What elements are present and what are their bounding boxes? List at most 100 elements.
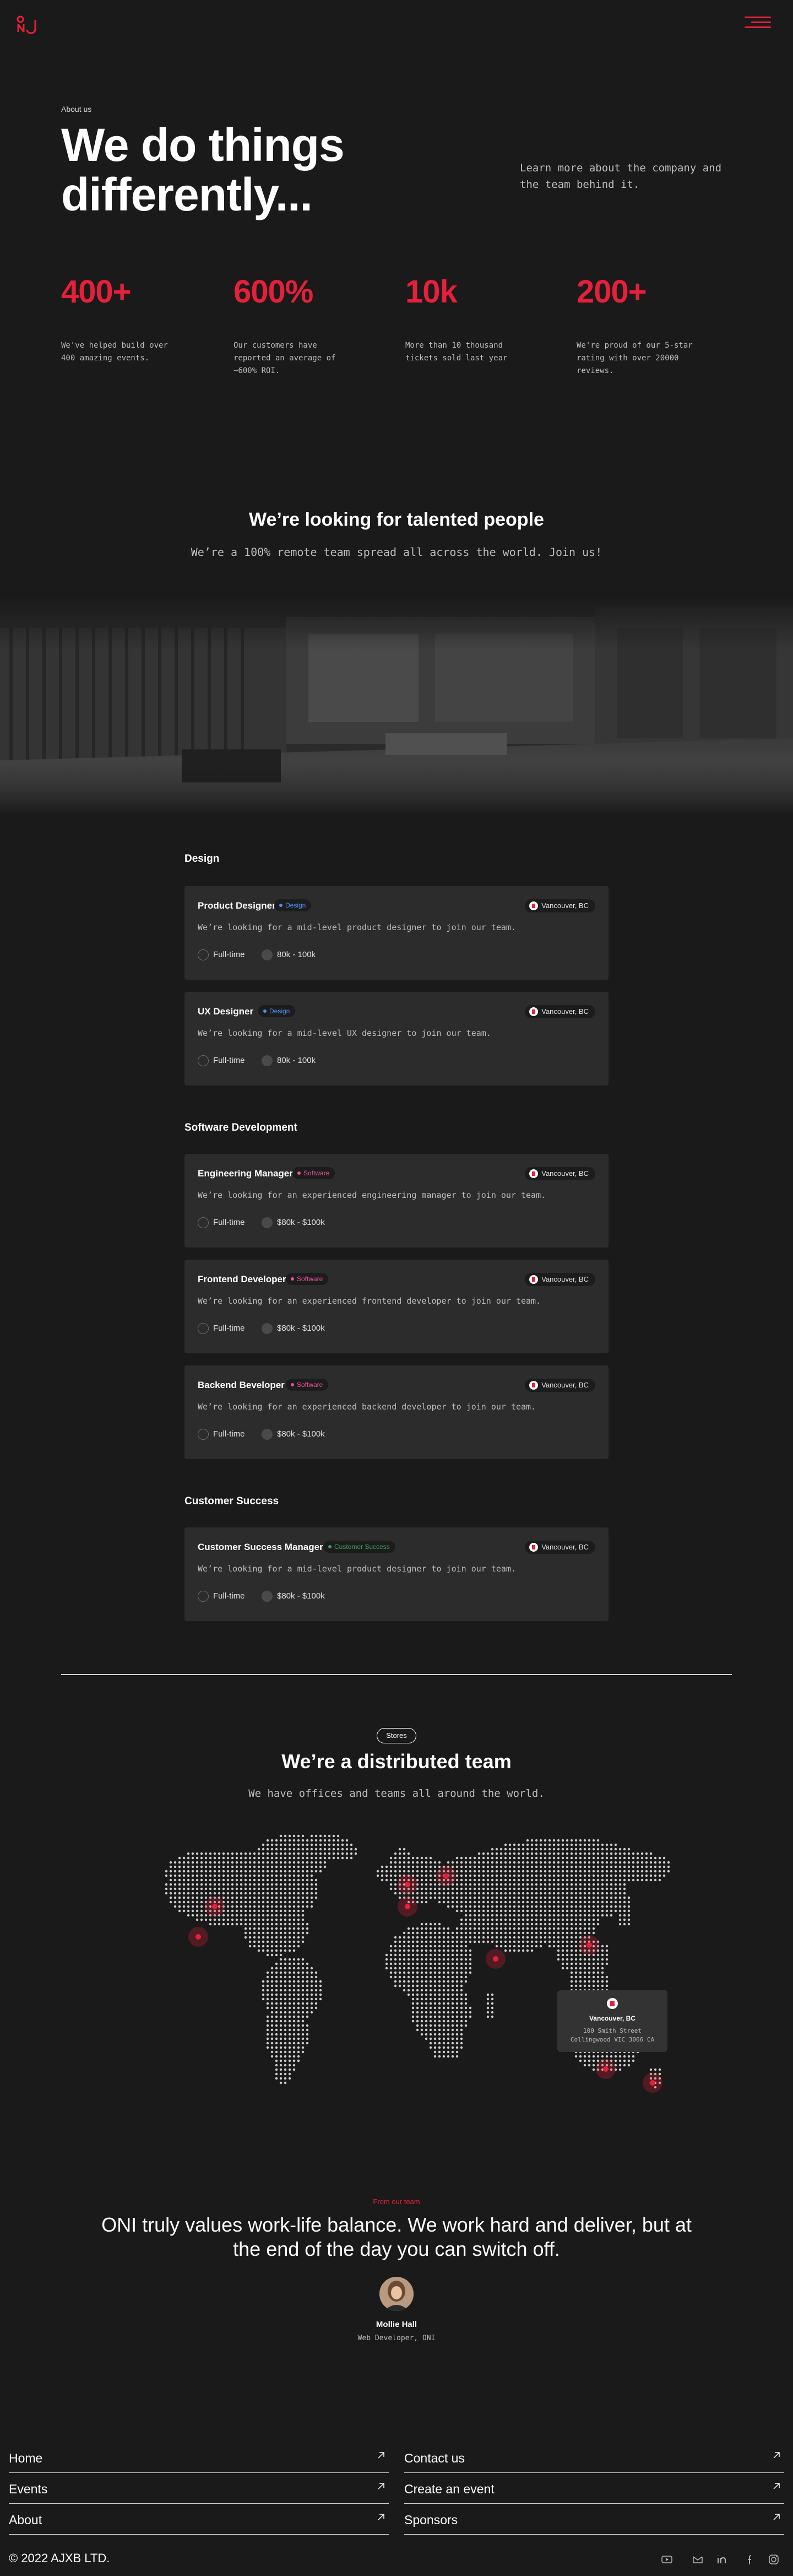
map-dot bbox=[301, 2046, 305, 2049]
canada-flag-icon bbox=[529, 901, 539, 910]
map-dot bbox=[522, 1905, 525, 1908]
map-dot bbox=[544, 1936, 547, 1939]
map-dot bbox=[284, 1997, 287, 2001]
map-dot bbox=[266, 1914, 269, 1917]
map-dot bbox=[530, 1843, 534, 1846]
oni-logo-icon[interactable] bbox=[17, 15, 40, 34]
map-dot bbox=[610, 2055, 613, 2058]
map-dot bbox=[601, 1878, 604, 1882]
map-dot bbox=[297, 1861, 300, 1864]
job-card[interactable]: Product Designer Design Vancouver, BC We… bbox=[184, 886, 609, 980]
job-card[interactable]: Frontend Developer Software Vancouver, B… bbox=[184, 1260, 609, 1353]
map-dot bbox=[231, 1922, 234, 1926]
map-dot bbox=[504, 1852, 507, 1855]
map-dot bbox=[522, 1848, 525, 1851]
map-dot bbox=[605, 1887, 609, 1891]
map-dot bbox=[561, 1949, 564, 1952]
map-dot bbox=[605, 1975, 609, 1979]
map-dot bbox=[455, 2028, 459, 2032]
office-marker[interactable] bbox=[405, 1882, 410, 1887]
map-dot bbox=[319, 1839, 322, 1842]
footer-link-sponsors[interactable]: Sponsors bbox=[404, 2508, 784, 2535]
map-dot bbox=[477, 1936, 481, 1939]
map-dot bbox=[394, 1878, 397, 1882]
office-marker[interactable] bbox=[195, 1934, 201, 1940]
map-dot bbox=[275, 1878, 278, 1882]
footer-link-contact[interactable]: Contact us bbox=[404, 2447, 784, 2473]
map-dot bbox=[438, 2024, 441, 2027]
location-label: Vancouver, BC bbox=[541, 1275, 589, 1283]
map-dot bbox=[178, 1887, 181, 1891]
map-dot bbox=[566, 1945, 569, 1948]
map-dot bbox=[486, 1997, 490, 2001]
map-dot bbox=[526, 1918, 529, 1921]
footer-link-create-event[interactable]: Create an event bbox=[404, 2477, 784, 2504]
map-dot bbox=[566, 1905, 569, 1908]
job-card[interactable]: Engineering Manager Software Vancouver, … bbox=[184, 1154, 609, 1248]
footer-link-events[interactable]: Events bbox=[9, 2477, 389, 2504]
map-dot bbox=[539, 1892, 542, 1895]
map-dot bbox=[262, 1997, 265, 2001]
map-dot bbox=[522, 1843, 525, 1846]
map-dot bbox=[491, 1997, 494, 2001]
map-dot bbox=[442, 1980, 446, 1983]
map-dot bbox=[270, 2028, 274, 2032]
map-dot bbox=[297, 1967, 300, 1970]
map-dot bbox=[292, 1989, 296, 1992]
map-dot bbox=[257, 1861, 260, 1864]
map-dot bbox=[288, 1861, 291, 1864]
job-card[interactable]: Backend Beveloper Software Vancouver, BC… bbox=[184, 1365, 609, 1459]
office-marker[interactable] bbox=[603, 2066, 609, 2072]
map-dot bbox=[213, 1892, 216, 1895]
map-dot bbox=[284, 1914, 287, 1917]
youtube-icon[interactable] bbox=[661, 2553, 673, 2566]
map-dot bbox=[266, 1922, 269, 1926]
footer-link-about[interactable]: About bbox=[9, 2508, 389, 2535]
footer-link-home[interactable]: Home bbox=[9, 2447, 389, 2473]
map-dot bbox=[394, 1971, 397, 1974]
map-dot bbox=[319, 1989, 322, 1992]
map-dot bbox=[442, 2046, 446, 2049]
map-dot bbox=[583, 1843, 586, 1846]
office-marker[interactable] bbox=[650, 2080, 655, 2086]
map-dot bbox=[257, 1945, 260, 1948]
map-dot bbox=[301, 1852, 305, 1855]
job-card[interactable]: UX Designer Design Vancouver, BC We’re l… bbox=[184, 992, 609, 1086]
office-marker[interactable] bbox=[212, 1904, 218, 1909]
map-dot bbox=[592, 1900, 595, 1904]
map-dot bbox=[486, 1878, 490, 1882]
map-dot bbox=[204, 1874, 208, 1877]
location-label: Vancouver, BC bbox=[541, 1381, 589, 1389]
facebook-icon[interactable] bbox=[742, 2553, 754, 2566]
map-dot bbox=[231, 1905, 234, 1908]
map-dot bbox=[539, 1931, 542, 1935]
map-dot bbox=[649, 1865, 653, 1868]
map-dot bbox=[284, 2050, 287, 2054]
office-marker[interactable] bbox=[443, 1873, 449, 1879]
office-marker[interactable] bbox=[493, 1956, 498, 1962]
map-dot bbox=[438, 1896, 441, 1899]
instagram-icon[interactable] bbox=[768, 2553, 780, 2566]
office-marker[interactable] bbox=[586, 1942, 592, 1948]
mail-icon[interactable] bbox=[692, 2553, 704, 2566]
map-dot bbox=[195, 1883, 199, 1886]
map-dot bbox=[588, 1865, 591, 1868]
map-dot bbox=[275, 1843, 278, 1846]
stores-pill[interactable]: Stores bbox=[377, 1728, 416, 1743]
map-dot bbox=[438, 1984, 441, 1988]
map-dot bbox=[447, 1905, 450, 1908]
map-dot bbox=[288, 1967, 291, 1970]
map-dot bbox=[270, 1993, 274, 1996]
map-dot bbox=[530, 1945, 534, 1948]
map-dot bbox=[270, 1971, 274, 1974]
hamburger-menu-icon[interactable] bbox=[745, 17, 771, 29]
office-marker[interactable] bbox=[405, 1904, 410, 1909]
map-dot bbox=[314, 1856, 318, 1860]
map-dot bbox=[610, 1909, 613, 1913]
map-dot bbox=[297, 2006, 300, 2010]
linkedin-icon[interactable] bbox=[716, 2553, 728, 2566]
map-dot bbox=[508, 1892, 512, 1895]
map-dot bbox=[561, 1958, 564, 1961]
map-dot bbox=[262, 1949, 265, 1952]
job-card[interactable]: Customer Success Manager Customer Succes… bbox=[184, 1527, 609, 1621]
